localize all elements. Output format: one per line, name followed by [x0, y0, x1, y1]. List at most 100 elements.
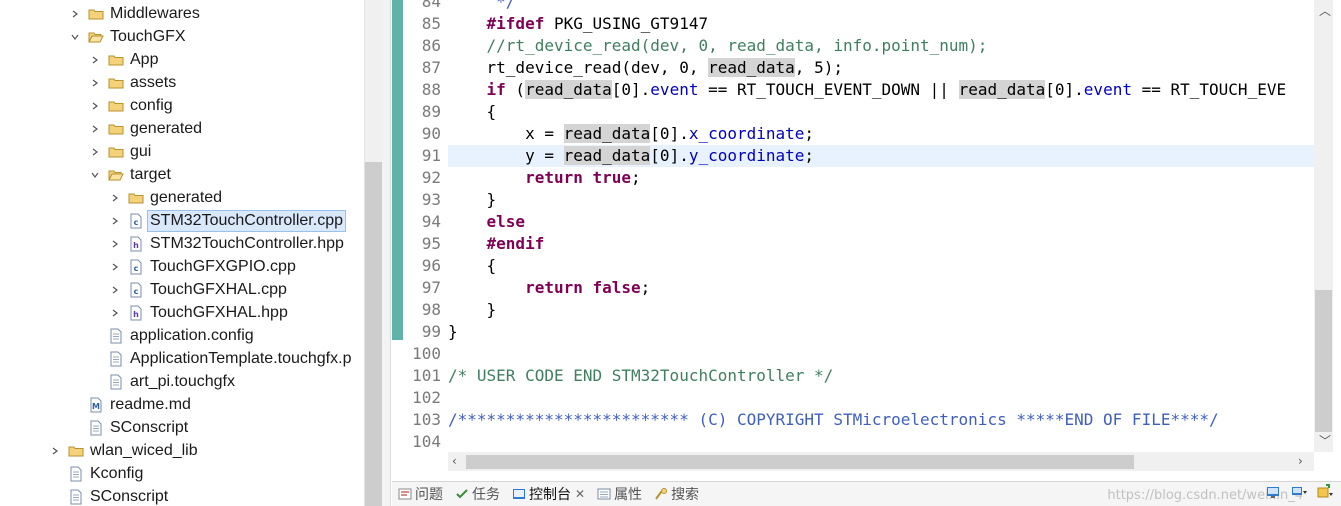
tree-item[interactable]: SConscript: [68, 416, 190, 439]
tree-item[interactable]: Middlewares: [68, 2, 202, 25]
code-line[interactable]: return true;: [448, 167, 1314, 189]
tab-properties[interactable]: 属性: [591, 482, 648, 506]
open-console-icon[interactable]: [1317, 484, 1333, 500]
tree-item[interactable]: wlan_wiced_lib: [48, 439, 200, 462]
problems-icon: [398, 487, 412, 501]
chevron-right-icon[interactable]: [88, 145, 102, 159]
chevron-right-icon[interactable]: [88, 122, 102, 136]
tree-item[interactable]: assets: [88, 71, 178, 94]
tree-item-label: gui: [130, 142, 152, 160]
tree-scrollbar-thumb[interactable]: [365, 162, 382, 506]
tree-item-label: generated: [130, 119, 203, 137]
line-number: 97: [421, 278, 441, 297]
line-number: 94: [421, 212, 441, 231]
code-line[interactable]: }: [448, 321, 1314, 343]
tree-item[interactable]: art_pi.touchgfx: [88, 370, 237, 393]
tree-item[interactable]: h STM32TouchController.hpp: [108, 232, 346, 255]
chevron-right-icon[interactable]: [108, 214, 122, 228]
code-line[interactable]: */: [448, 0, 1314, 13]
folder-icon: [108, 121, 124, 137]
tree-item[interactable]: Mreadme.md: [68, 393, 193, 416]
pin-console-icon[interactable]: [1265, 484, 1281, 500]
tree-item[interactable]: h TouchGFXHAL.hpp: [108, 301, 290, 324]
code-line[interactable]: [448, 431, 1314, 452]
svg-text:c: c: [134, 287, 139, 296]
tree-item[interactable]: c TouchGFXGPIO.cpp: [108, 255, 298, 278]
code-line[interactable]: /************************ (C) COPYRIGHT …: [448, 409, 1314, 431]
chevron-right-icon[interactable]: [108, 237, 122, 251]
chevron-right-icon[interactable]: [108, 191, 122, 205]
editor-horizontal-scrollbar-thumb[interactable]: [466, 455, 1134, 469]
console-icon: [512, 487, 526, 501]
scroll-up-arrow-icon[interactable]: ︿: [1319, 2, 1331, 19]
tree-item[interactable]: gui: [88, 140, 153, 163]
tree-item[interactable]: TouchGFX: [68, 25, 188, 48]
tree-item[interactable]: application.config: [88, 324, 256, 347]
close-tab-icon[interactable]: ✕: [575, 487, 585, 501]
chevron-right-icon[interactable]: [88, 99, 102, 113]
code-line[interactable]: if (read_data[0].event == RT_TOUCH_EVENT…: [448, 79, 1314, 101]
tree-item[interactable]: Kconfig: [48, 462, 145, 485]
display-console-icon[interactable]: [1291, 484, 1307, 500]
code-line[interactable]: y = read_data[0].y_coordinate;: [448, 145, 1314, 167]
tree-item[interactable]: c STM32TouchController.cpp: [108, 209, 346, 232]
tab-search[interactable]: 搜索: [648, 482, 705, 506]
tree-item[interactable]: SConscript: [48, 485, 170, 506]
line-number: 92: [421, 168, 441, 187]
tree-item-label: ApplicationTemplate.touchgfx.p: [130, 349, 352, 367]
code-line[interactable]: #endif: [448, 233, 1314, 255]
line-number: 95: [421, 234, 441, 253]
code-line[interactable]: return false;: [448, 277, 1314, 299]
scroll-left-arrow-icon[interactable]: ‹: [452, 454, 457, 468]
code-line[interactable]: [448, 343, 1314, 365]
chevron-right-icon[interactable]: [108, 283, 122, 297]
tab-tasks[interactable]: 任务: [449, 482, 506, 506]
code-line[interactable]: }: [448, 189, 1314, 211]
tab-console[interactable]: 控制台 ✕: [506, 482, 591, 506]
scroll-right-arrow-icon[interactable]: ›: [1298, 454, 1303, 468]
tree-item[interactable]: generated: [108, 186, 224, 209]
code-line[interactable]: x = read_data[0].x_coordinate;: [448, 123, 1314, 145]
tree-item[interactable]: generated: [88, 117, 204, 140]
chevron-right-icon[interactable]: [68, 7, 82, 21]
tree-item[interactable]: App: [88, 48, 160, 71]
tree-item-label: readme.md: [110, 395, 191, 413]
scroll-down-arrow-icon[interactable]: ﹀: [1319, 432, 1331, 449]
code-line[interactable]: {: [448, 101, 1314, 123]
code-line[interactable]: }: [448, 299, 1314, 321]
folder-icon: [68, 443, 84, 459]
panel-splitter[interactable]: [382, 0, 391, 506]
code-line[interactable]: //rt_device_read(dev, 0, read_data, info…: [448, 35, 1314, 57]
chevron-right-icon[interactable]: [108, 260, 122, 274]
line-number: 88: [421, 80, 441, 99]
tab-problems[interactable]: 问题: [392, 482, 449, 506]
code-line[interactable]: [448, 387, 1314, 409]
chevron-down-icon[interactable]: [68, 30, 82, 44]
code-line[interactable]: /* USER CODE END STM32TouchController */: [448, 365, 1314, 387]
editor-vertical-scrollbar-thumb[interactable]: [1315, 290, 1332, 432]
open-folder-icon: [88, 29, 104, 45]
code-line[interactable]: else: [448, 211, 1314, 233]
code-line[interactable]: {: [448, 255, 1314, 277]
line-number: 89: [421, 102, 441, 121]
file-icon: [68, 489, 84, 505]
tree-item[interactable]: config: [88, 94, 175, 117]
chevron-right-icon[interactable]: [88, 76, 102, 90]
code-editor[interactable]: 84 85 86 87 88 89 90 91 92 93 94 95 96 97 98 99 100 101 10…: [392, 0, 1341, 475]
chevron-right-icon[interactable]: [48, 444, 62, 458]
tree-item[interactable]: c TouchGFXHAL.cpp: [108, 278, 289, 301]
tree-item[interactable]: ApplicationTemplate.touchgfx.p: [88, 347, 353, 370]
code-area[interactable]: */ #ifdef PKG_USING_GT9147 //rt_device_r…: [448, 0, 1314, 452]
code-line[interactable]: #ifdef PKG_USING_GT9147: [448, 13, 1314, 35]
chevron-right-icon[interactable]: [88, 53, 102, 67]
tree-item[interactable]: target: [88, 163, 173, 186]
chevron-right-icon[interactable]: [108, 306, 122, 320]
tree-item-label: SConscript: [110, 418, 189, 436]
chevron-down-icon[interactable]: [88, 168, 102, 182]
svg-text:h: h: [133, 241, 139, 250]
code-line[interactable]: rt_device_read(dev, 0, read_data, 5);: [448, 57, 1314, 79]
tree-item-label: generated: [150, 188, 223, 206]
